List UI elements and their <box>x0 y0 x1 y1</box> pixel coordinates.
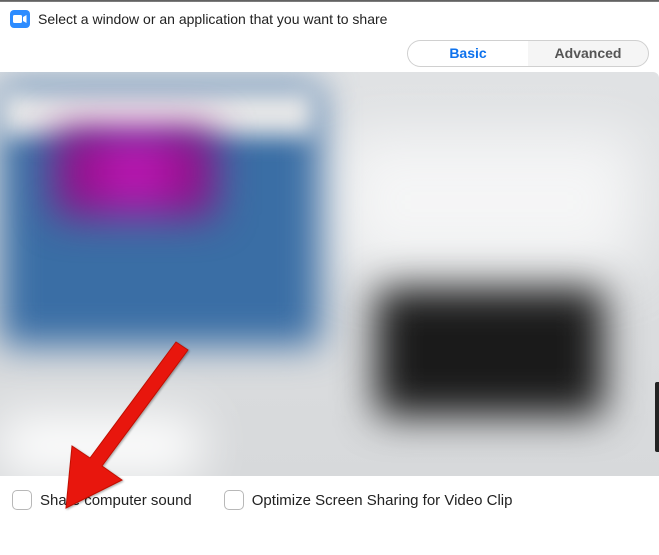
share-mode-tabs: Basic Advanced <box>407 40 649 67</box>
blur-shape <box>339 132 639 272</box>
blur-shape <box>55 128 215 216</box>
checkbox-icon[interactable] <box>224 490 244 510</box>
optimize-video-clip-option[interactable]: Optimize Screen Sharing for Video Clip <box>224 490 513 510</box>
tab-basic[interactable]: Basic <box>408 41 528 66</box>
zoom-app-icon <box>10 10 30 28</box>
dialog-header: Select a window or an application that y… <box>0 2 659 34</box>
blur-shape <box>376 288 604 416</box>
bottom-options-bar: Share computer sound Optimize Screen Sha… <box>0 476 659 524</box>
tab-advanced[interactable]: Advanced <box>528 41 648 66</box>
right-edge-handle <box>655 382 659 452</box>
checkbox-icon[interactable] <box>12 490 32 510</box>
share-computer-sound-option[interactable]: Share computer sound <box>12 490 192 510</box>
optimize-label: Optimize Screen Sharing for Video Clip <box>252 492 513 509</box>
dialog-title: Select a window or an application that y… <box>38 11 387 27</box>
blur-shape <box>0 416 200 476</box>
share-sound-label: Share computer sound <box>40 492 192 509</box>
tabs-row: Basic Advanced <box>0 34 659 67</box>
share-preview-area[interactable] <box>0 72 659 476</box>
